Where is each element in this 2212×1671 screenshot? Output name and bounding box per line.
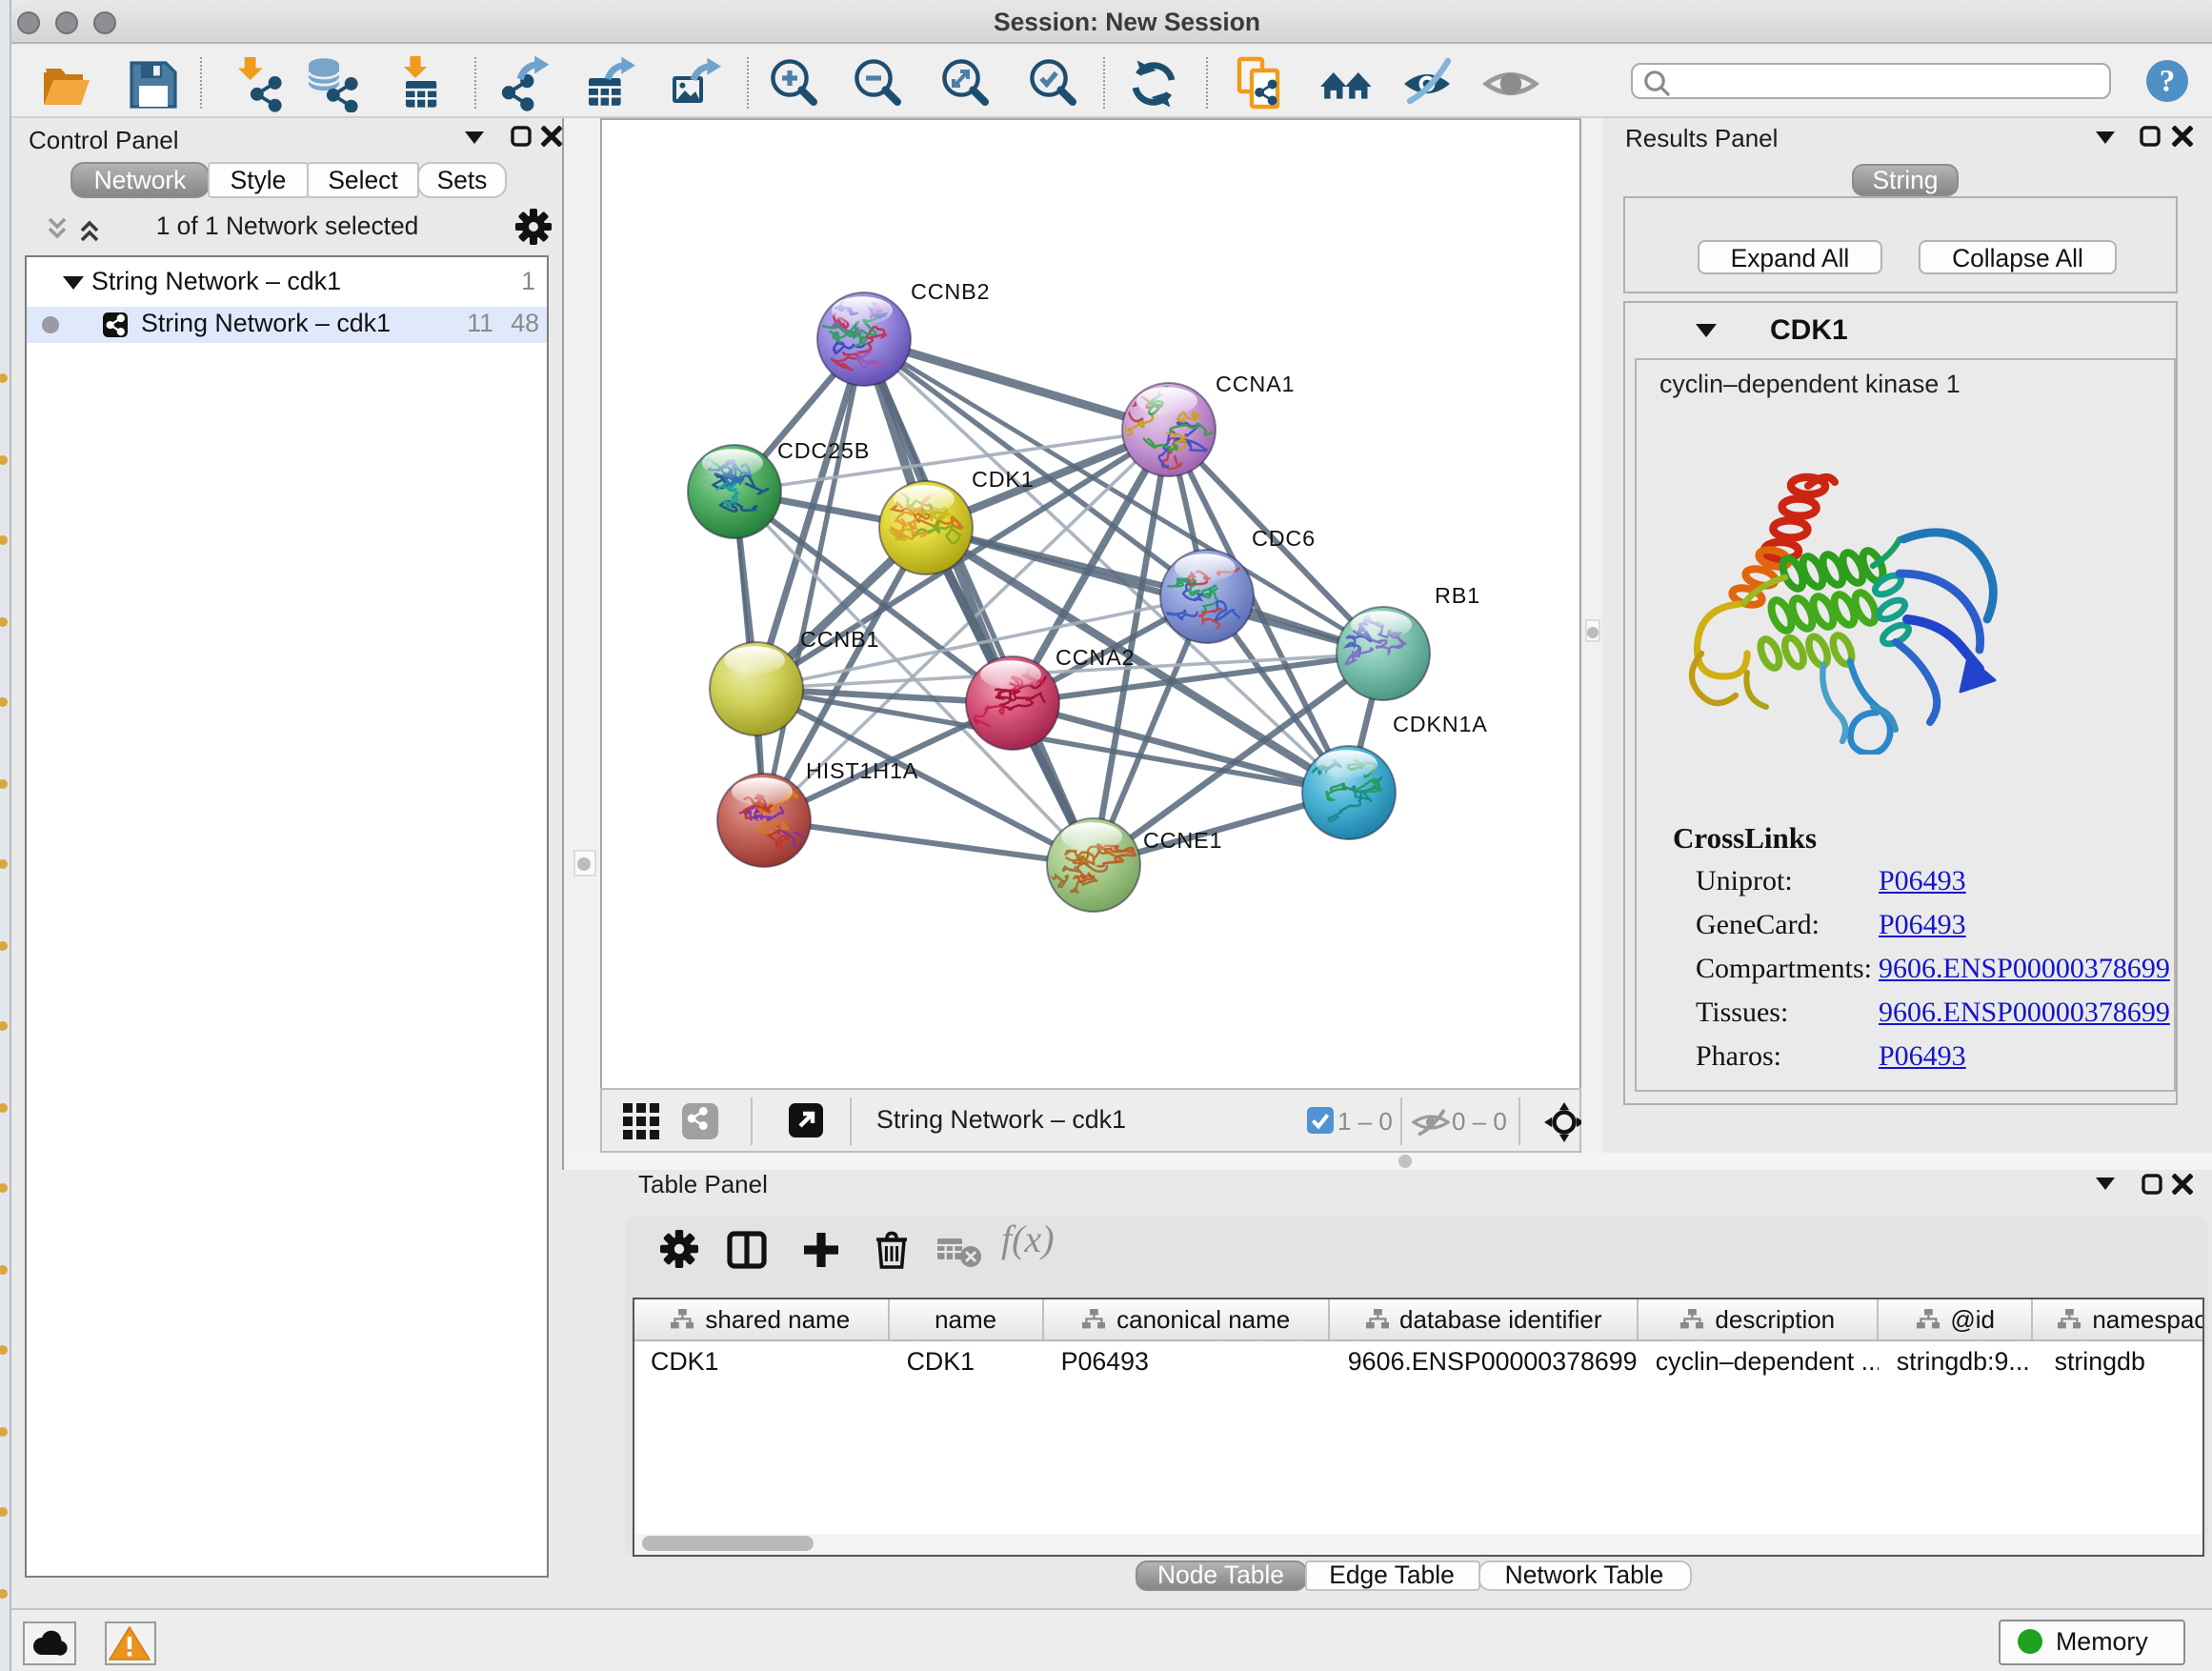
svg-text:CCNA1: CCNA1: [1216, 372, 1295, 396]
svg-text:?: ?: [2160, 65, 2176, 99]
svg-text:CCNA2: CCNA2: [1056, 645, 1135, 670]
svg-text:HIST1H1A: HIST1H1A: [806, 758, 918, 783]
svg-text:CDK1: CDK1: [972, 467, 1035, 492]
svg-text:CDC6: CDC6: [1252, 526, 1316, 551]
svg-text:RB1: RB1: [1435, 583, 1480, 608]
svg-text:CDC25B: CDC25B: [777, 438, 870, 463]
svg-text:CCNB2: CCNB2: [911, 279, 990, 304]
svg-text:CCNE1: CCNE1: [1143, 828, 1222, 853]
svg-text:CCNB1: CCNB1: [800, 627, 879, 652]
svg-text:CDKN1A: CDKN1A: [1393, 712, 1488, 736]
